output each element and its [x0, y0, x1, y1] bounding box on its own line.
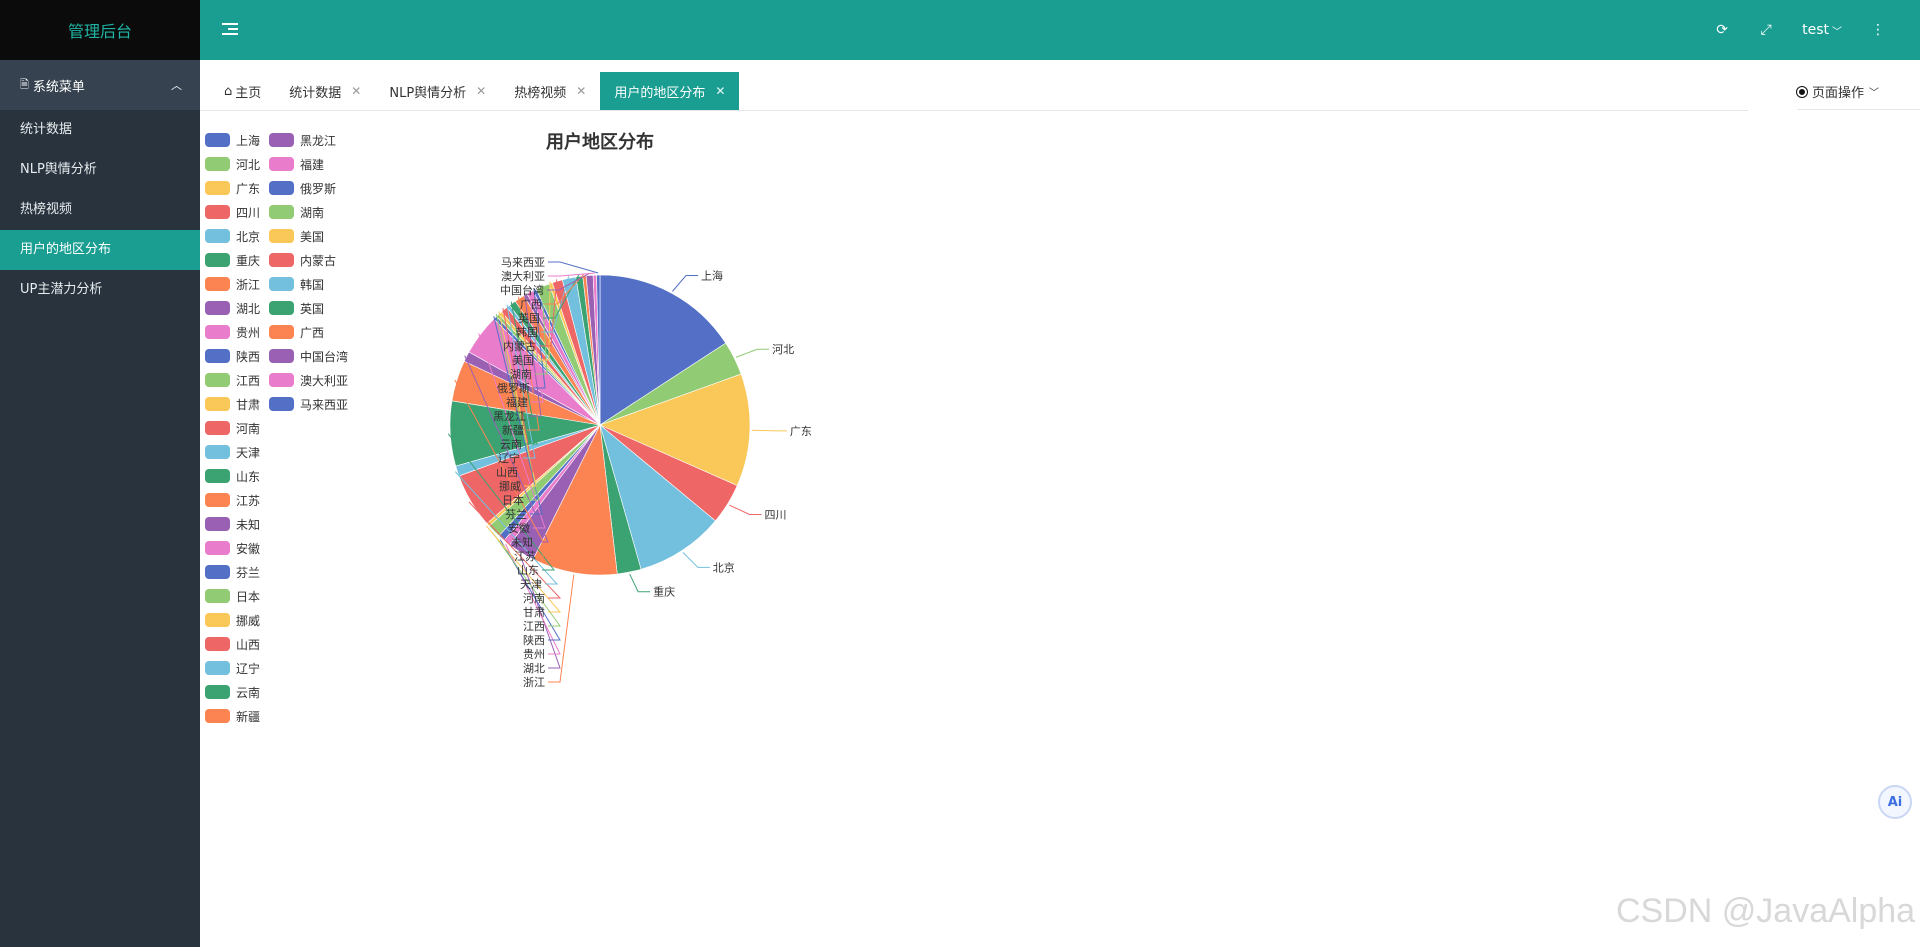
- slice-label: 澳大利亚: [501, 269, 545, 283]
- slice-label: 云南: [500, 438, 522, 451]
- slice-label: 俄罗斯: [497, 382, 530, 395]
- slice-label: 河南: [523, 592, 545, 605]
- ai-assistant-button[interactable]: Ai: [1878, 785, 1912, 819]
- slice-label: 浙江: [523, 676, 545, 689]
- label-leader-line: [682, 551, 710, 568]
- slice-label: 中国台湾: [500, 283, 544, 297]
- slice-label: 未知: [511, 535, 533, 549]
- slice-label: 河北: [772, 343, 794, 356]
- label-leader-line: [672, 275, 699, 292]
- label-leader-line: [751, 429, 787, 432]
- pie-chart: 上海河北广东四川北京重庆浙江湖北贵州陕西江西甘肃河南天津山东江苏未知安徽芬兰日本…: [447, 256, 812, 689]
- slice-label: 挪威: [499, 479, 521, 493]
- slice-label: 甘肃: [523, 606, 545, 619]
- label-leader-line: [548, 261, 599, 274]
- slice-label: 重庆: [653, 585, 675, 599]
- slice-label: 内蒙古: [503, 339, 536, 353]
- label-leader-line: [548, 574, 575, 683]
- slice-label: 新疆: [502, 423, 524, 437]
- slice-label: 江苏: [514, 550, 536, 563]
- slice-label: 马来西亚: [501, 256, 545, 269]
- slice-label: 上海: [701, 269, 723, 283]
- slice-label: 江西: [523, 620, 545, 633]
- watermark: CSDN @JavaAlpha: [1616, 892, 1916, 930]
- slice-label: 芬兰: [505, 508, 527, 521]
- slice-label: 日本: [502, 493, 524, 507]
- label-leader-line: [729, 504, 762, 515]
- label-leader-line: [629, 573, 651, 593]
- slice-label: 山西: [496, 466, 518, 479]
- slice-label: 安徽: [508, 521, 530, 535]
- slice-label: 英国: [518, 311, 540, 325]
- slice-label: 美国: [512, 354, 534, 367]
- slice-label: 贵州: [523, 648, 545, 661]
- slice-label: 广东: [790, 425, 812, 438]
- slice-label: 湖南: [510, 368, 532, 381]
- slice-label: 四川: [765, 508, 787, 521]
- ai-button-label: Ai: [1887, 794, 1903, 810]
- slice-label: 福建: [506, 395, 528, 409]
- slice-label: 天津: [520, 578, 542, 591]
- slice-label: 辽宁: [498, 451, 520, 465]
- slice-label: 韩国: [516, 325, 538, 339]
- slice-label: 北京: [713, 560, 735, 574]
- slice-label: 黑龙江: [493, 410, 526, 423]
- slice-label: 陕西: [523, 633, 545, 647]
- slice-label: 广西: [520, 298, 542, 311]
- slice-label: 湖北: [523, 662, 545, 675]
- label-leader-line: [735, 348, 770, 358]
- slice-label: 山东: [517, 564, 539, 577]
